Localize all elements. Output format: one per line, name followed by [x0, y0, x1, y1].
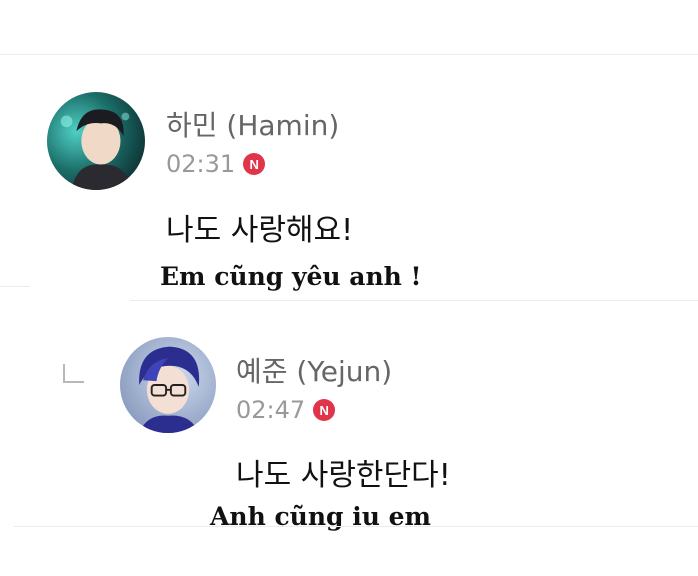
author-name[interactable]: 하민 (Hamin) [166, 104, 339, 144]
new-badge: N [313, 399, 336, 421]
comment-divider [130, 300, 698, 301]
avatar-dark-hair-icon [47, 92, 145, 190]
timestamp-row: 02:31 N [166, 150, 266, 178]
avatar[interactable] [47, 92, 145, 190]
top-divider [0, 54, 698, 55]
new-badge: N [243, 153, 266, 175]
timestamp: 02:31 [166, 150, 236, 178]
avatar[interactable] [120, 337, 216, 433]
timestamp: 02:47 [236, 396, 306, 424]
bottom-divider [14, 526, 698, 527]
comment-text: 나도 사랑해요! [166, 213, 354, 248]
timestamp-row: 02:47 N [236, 396, 336, 424]
reply-arrow-icon [63, 364, 84, 383]
avatar-glasses-icon [120, 337, 216, 433]
comment-text: 나도 사랑한단다! [236, 458, 451, 493]
comment-divider [0, 286, 30, 287]
translation-caption: Em cũng yêu anh ! [160, 262, 422, 291]
author-name[interactable]: 예준 (Yejun) [236, 350, 392, 390]
